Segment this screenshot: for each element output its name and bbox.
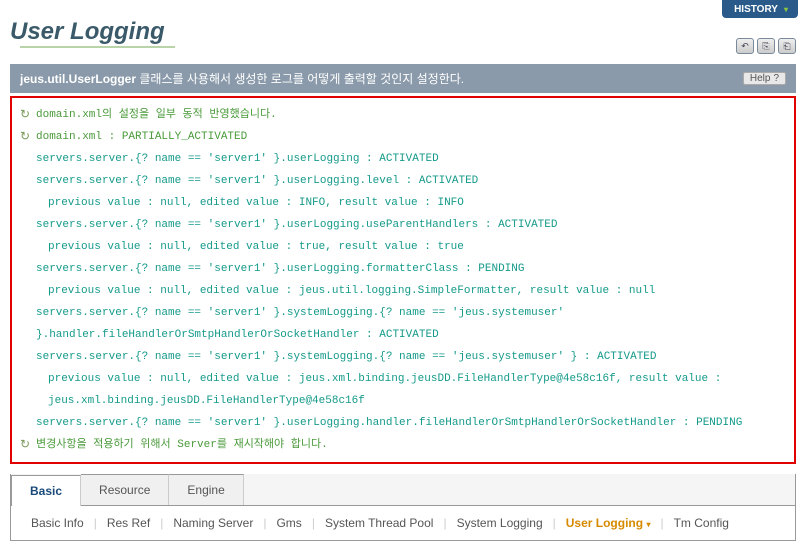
tab-bar: Basic Resource Engine <box>11 474 795 506</box>
description-bar: jeus.util.UserLogger 클래스를 사용해서 생성한 로그를 어… <box>10 64 796 93</box>
subnav-tm-config[interactable]: Tm Config <box>666 516 737 530</box>
log-line: servers.server.{? name == 'server1' }.us… <box>36 258 786 280</box>
help-icon: ? <box>773 73 779 84</box>
separator: | <box>94 516 97 530</box>
subnav-user-logging[interactable]: User Logging ▾ <box>558 516 659 530</box>
log-line: servers.server.{? name == 'server1' }.us… <box>36 214 786 236</box>
refresh-icon: ↻ <box>20 104 36 126</box>
action-icon-1[interactable]: ↶ <box>736 38 754 54</box>
tab-basic[interactable]: Basic <box>11 475 81 506</box>
log-output: ↻domain.xml의 설정을 일부 동적 반영했습니다. ↻domain.x… <box>10 96 796 464</box>
log-line: servers.server.{? name == 'server1' }.us… <box>36 412 786 434</box>
subnav-user-logging-label: User Logging <box>566 516 643 530</box>
log-line: previous value : null, edited value : tr… <box>48 236 786 258</box>
refresh-icon: ↻ <box>20 126 36 148</box>
separator: | <box>160 516 163 530</box>
subnav-gms[interactable]: Gms <box>268 516 309 530</box>
chevron-down-icon: ▾ <box>646 520 650 529</box>
log-line: previous value : null, edited value : je… <box>48 280 786 302</box>
log-line: previous value : null, edited value : je… <box>48 368 786 412</box>
action-icon-2[interactable]: ⎘ <box>757 38 775 54</box>
subnav-system-thread-pool[interactable]: System Thread Pool <box>317 516 442 530</box>
help-label: Help <box>750 73 771 84</box>
separator: | <box>312 516 315 530</box>
tab-engine[interactable]: Engine <box>169 474 243 505</box>
log-line: previous value : null, edited value : IN… <box>48 192 786 214</box>
page-title: User Logging <box>10 18 175 46</box>
tab-resource[interactable]: Resource <box>81 474 169 505</box>
separator: | <box>660 516 663 530</box>
history-label: HISTORY <box>734 4 778 15</box>
log-line: servers.server.{? name == 'server1' }.sy… <box>36 302 786 346</box>
log-line: servers.server.{? name == 'server1' }.us… <box>36 170 786 192</box>
subnav-basic-info[interactable]: Basic Info <box>23 516 92 530</box>
class-name: jeus.util.UserLogger <box>20 72 136 86</box>
subnav-system-logging[interactable]: System Logging <box>449 516 551 530</box>
log-line: domain.xml의 설정을 일부 동적 반영했습니다. <box>36 104 786 126</box>
log-line: servers.server.{? name == 'server1' }.us… <box>36 148 786 170</box>
separator: | <box>553 516 556 530</box>
log-line: 변경사항을 적용하기 위해서 Server를 재시작해야 합니다. <box>36 434 786 456</box>
separator: | <box>263 516 266 530</box>
separator: | <box>443 516 446 530</box>
chevron-down-icon: ▾ <box>784 5 788 14</box>
refresh-icon: ↻ <box>20 434 36 456</box>
desc-text: 클래스를 사용해서 생성한 로그를 어떻게 출력할 것인지 설정한다. <box>136 72 464 86</box>
subnav-naming-server[interactable]: Naming Server <box>165 516 261 530</box>
help-button[interactable]: Help ? <box>743 72 786 85</box>
history-button[interactable]: HISTORY ▾ <box>722 0 798 18</box>
title-underline <box>20 46 175 48</box>
action-icon-3[interactable]: ⎗ <box>778 38 796 54</box>
log-line: servers.server.{? name == 'server1' }.sy… <box>36 346 786 368</box>
subnav-res-ref[interactable]: Res Ref <box>99 516 158 530</box>
log-line: domain.xml : PARTIALLY_ACTIVATED <box>36 126 786 148</box>
